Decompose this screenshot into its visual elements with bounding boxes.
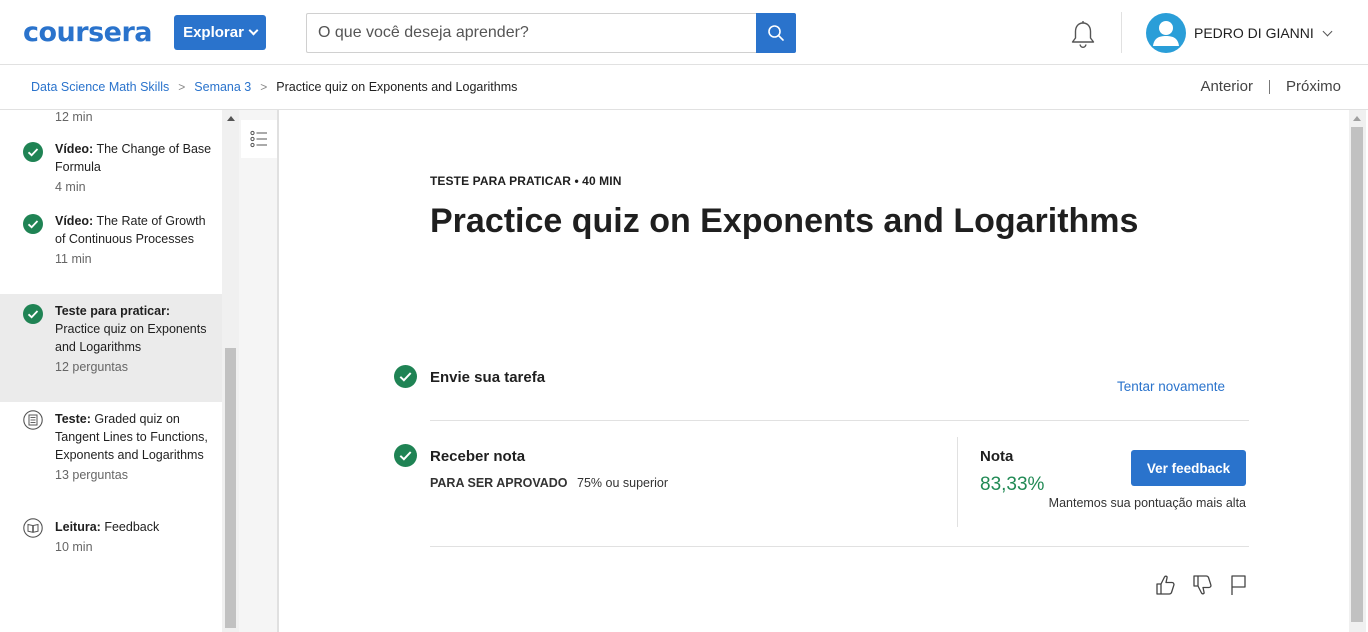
thumbs-up-icon[interactable] [1154, 573, 1176, 597]
divider [430, 420, 1249, 421]
breadcrumb-bar: Data Science Math Skills > Semana 3 > Pr… [0, 65, 1368, 110]
grade-value: 83,33% [980, 474, 1045, 495]
search-button[interactable] [756, 13, 796, 53]
header-divider [1121, 12, 1122, 53]
previous-link[interactable]: Anterior [1200, 78, 1253, 95]
top-header: coursera Explorar PEDRO DI GIANNI [0, 0, 1368, 65]
scrollbar-thumb[interactable] [1351, 127, 1363, 622]
main-content: TESTE PARA PRATICAR • 40 MIN Practice qu… [281, 110, 1349, 632]
breadcrumb-week[interactable]: Semana 3 [194, 80, 251, 94]
course-sidebar: 12 min Vídeo: The Change of Base Formula… [0, 110, 222, 632]
chevron-right-icon: > [178, 80, 186, 94]
chevron-down-icon [248, 25, 259, 36]
check-circle-icon [23, 142, 43, 162]
sidebar-item-change-of-base[interactable]: Vídeo: The Change of Base Formula 4 min [0, 140, 222, 196]
sidebar-item-type: Teste para praticar: [55, 304, 171, 318]
passing-requirement: PARA SER APROVADO 75% ou superior [430, 476, 668, 490]
submit-assignment-label: Envie sua tarefa [430, 369, 546, 386]
sidebar-item-rate-of-growth[interactable]: Vídeo: The Rate of Growth of Continuous … [0, 212, 222, 268]
list-icon [250, 130, 267, 148]
quiz-icon [23, 410, 43, 430]
toc-rail [239, 110, 279, 632]
toc-toggle-button[interactable] [241, 120, 277, 158]
sidebar-item-type: Leitura: [55, 520, 101, 534]
sidebar-item-type: Teste: [55, 412, 91, 426]
grade-note: Mantemos sua pontuação mais alta [1048, 496, 1246, 510]
sidebar-item-feedback-reading[interactable]: Leitura: Feedback 10 min [0, 518, 222, 556]
breadcrumb-course[interactable]: Data Science Math Skills [31, 80, 169, 94]
item-kicker: TESTE PARA PRATICAR • 40 MIN [430, 174, 622, 188]
scroll-up-arrow-icon[interactable] [227, 116, 235, 121]
bell-icon [1071, 21, 1095, 49]
notifications-button[interactable] [1069, 20, 1097, 50]
sidebar-item-meta: 4 min [55, 180, 86, 194]
thumbs-down-icon[interactable] [1191, 573, 1213, 597]
sidebar-item-meta: 11 min [55, 252, 92, 266]
pager: Anterior Próximo [1200, 78, 1341, 95]
check-circle-icon [394, 365, 417, 388]
sidebar-item-title: Practice quiz on Exponents and Logarithm… [55, 322, 207, 354]
coursera-logo[interactable]: coursera [23, 17, 153, 48]
sidebar-item-meta: 13 perguntas [55, 468, 128, 482]
search-input[interactable] [306, 13, 757, 53]
breadcrumb-current: Practice quiz on Exponents and Logarithm… [276, 80, 518, 94]
user-name: PEDRO DI GIANNI [1194, 25, 1314, 41]
sidebar-item-graded-quiz[interactable]: Teste: Graded quiz on Tangent Lines to F… [0, 410, 222, 484]
sidebar-item-meta: 12 min [55, 110, 93, 124]
check-circle-icon [23, 214, 43, 234]
pass-value: 75% ou superior [577, 476, 669, 490]
sidebar-scrollbar[interactable] [222, 110, 239, 632]
pager-divider [1268, 79, 1270, 94]
grade-divider [957, 437, 958, 527]
chevron-down-icon [1322, 26, 1333, 36]
retry-link[interactable]: Tentar novamente [1117, 379, 1225, 394]
grade-label: Nota [980, 448, 1014, 465]
sidebar-item-meta: 12 perguntas [55, 360, 128, 374]
check-circle-icon [23, 304, 43, 324]
feedback-actions [1154, 573, 1250, 597]
breadcrumb: Data Science Math Skills > Semana 3 > Pr… [31, 80, 517, 94]
check-circle-icon [394, 444, 417, 467]
book-icon [23, 518, 43, 538]
next-link[interactable]: Próximo [1286, 78, 1341, 95]
sidebar-item-type: Vídeo: [55, 214, 94, 228]
page-scrollbar[interactable] [1349, 110, 1366, 632]
user-menu[interactable]: PEDRO DI GIANNI [1146, 13, 1333, 53]
divider [430, 546, 1249, 547]
sidebar-item[interactable]: 12 min [0, 110, 222, 126]
view-feedback-button[interactable]: Ver feedback [1131, 450, 1246, 486]
avatar [1146, 13, 1186, 53]
user-icon [1153, 21, 1179, 46]
receive-grade-label: Receber nota [430, 448, 526, 465]
scrollbar-thumb[interactable] [225, 348, 236, 628]
explore-label: Explorar [183, 24, 244, 41]
chevron-right-icon: > [260, 80, 268, 94]
page-title: Practice quiz on Exponents and Logarithm… [430, 202, 1139, 240]
sidebar-item-type: Vídeo: [55, 142, 94, 156]
sidebar-item-meta: 10 min [55, 540, 93, 554]
search-icon [768, 25, 784, 41]
flag-icon[interactable] [1228, 573, 1250, 597]
sidebar-item-practice-quiz[interactable]: Teste para praticar: Practice quiz on Ex… [0, 294, 222, 402]
scroll-up-arrow-icon[interactable] [1353, 116, 1361, 121]
pass-label: PARA SER APROVADO [430, 476, 568, 490]
explore-button[interactable]: Explorar [174, 15, 266, 50]
sidebar-item-title: Feedback [104, 520, 160, 534]
